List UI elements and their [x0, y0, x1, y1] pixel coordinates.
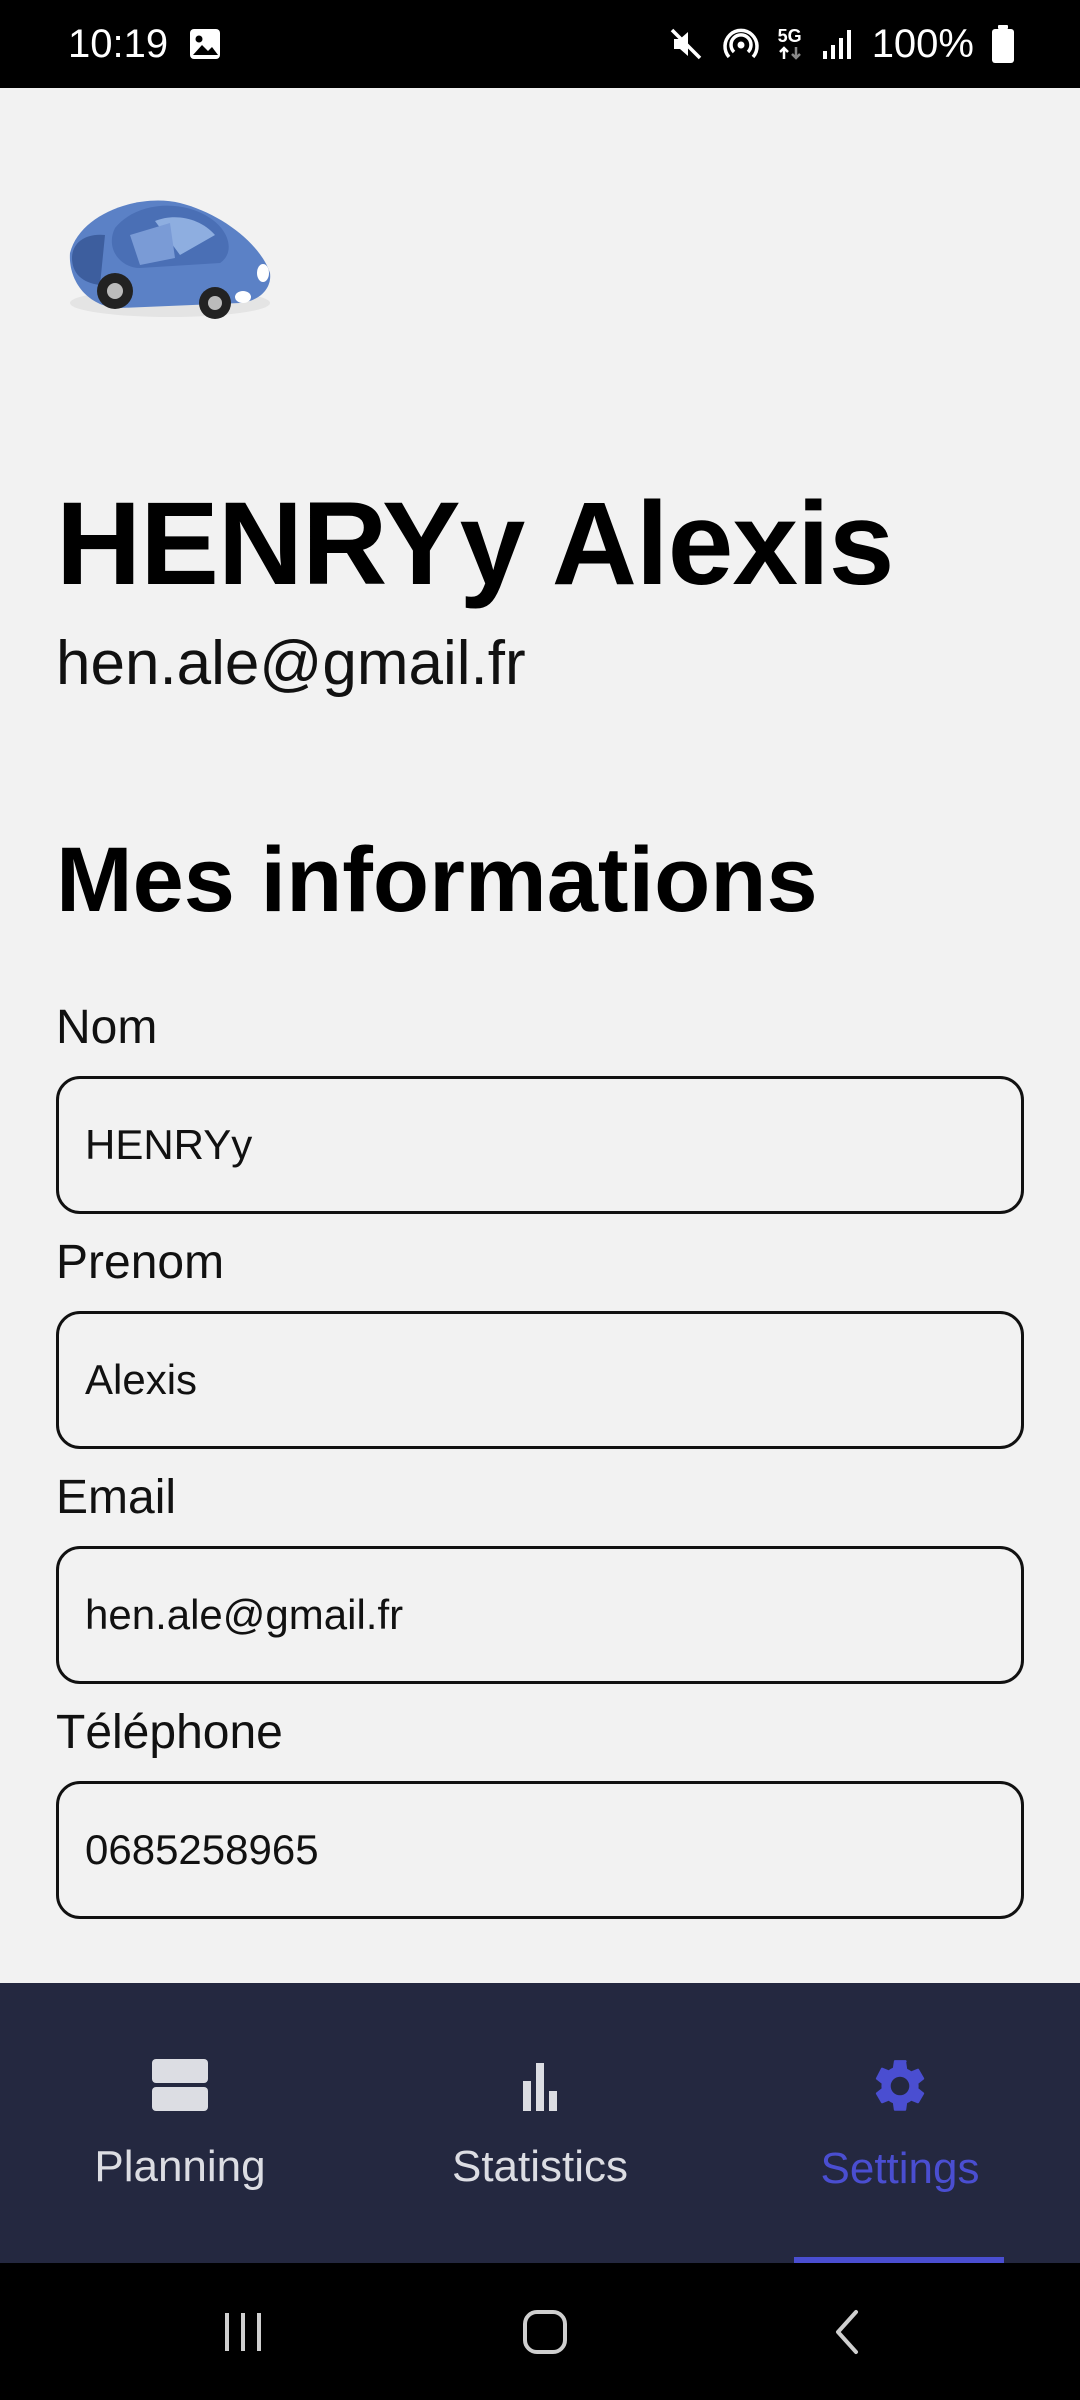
- 5g-icon: 5G: [778, 27, 802, 61]
- recent-apps-icon[interactable]: [173, 2263, 313, 2400]
- profile-screen: HENRYy Alexis hen.ale@gmail.fr Mes infor…: [0, 88, 1080, 1983]
- email-input[interactable]: [56, 1546, 1024, 1684]
- status-right: 5G 100%: [668, 22, 1014, 67]
- battery-text: 100%: [871, 21, 974, 66]
- bar-chart-icon: [510, 2055, 570, 2120]
- battery-icon: [992, 25, 1014, 63]
- system-nav: [0, 2263, 1080, 2400]
- hotspot-icon: [722, 25, 760, 63]
- prenom-label: Prenom: [56, 1236, 225, 1289]
- nav-label-planning: Planning: [94, 2142, 266, 2191]
- gear-icon: [869, 2055, 931, 2122]
- car-icon: [60, 173, 280, 333]
- profile-name: HENRYy Alexis: [56, 478, 894, 610]
- nom-label: Nom: [56, 1001, 158, 1054]
- back-icon[interactable]: [778, 2263, 918, 2400]
- nav-item-statistics[interactable]: Statistics: [360, 1983, 720, 2263]
- email-label: Email: [56, 1471, 177, 1524]
- signal-icon: [820, 27, 854, 61]
- telephone-label: Téléphone: [56, 1706, 283, 1759]
- image-icon: [188, 27, 222, 61]
- nom-input[interactable]: [56, 1076, 1024, 1214]
- network-label: 5G: [777, 26, 802, 46]
- home-icon[interactable]: [475, 2263, 615, 2400]
- profile-email: hen.ale@gmail.fr: [56, 629, 526, 698]
- nav-label-settings: Settings: [820, 2144, 980, 2193]
- status-bar: 10:19 5G 100%: [0, 0, 1080, 88]
- nav-item-planning[interactable]: Planning: [0, 1983, 360, 2263]
- prenom-input[interactable]: [56, 1311, 1024, 1449]
- mute-icon: [668, 26, 704, 62]
- status-time: 10:19: [68, 21, 169, 66]
- status-left: 10:19: [68, 22, 222, 67]
- nav-label-statistics: Statistics: [451, 2142, 629, 2191]
- planning-icon: [150, 2055, 210, 2120]
- telephone-input[interactable]: [56, 1781, 1024, 1919]
- bottom-nav: Planning Statistics Settings: [0, 1983, 1080, 2263]
- nav-item-settings[interactable]: Settings: [720, 1983, 1080, 2263]
- section-title: Mes informations: [56, 829, 818, 931]
